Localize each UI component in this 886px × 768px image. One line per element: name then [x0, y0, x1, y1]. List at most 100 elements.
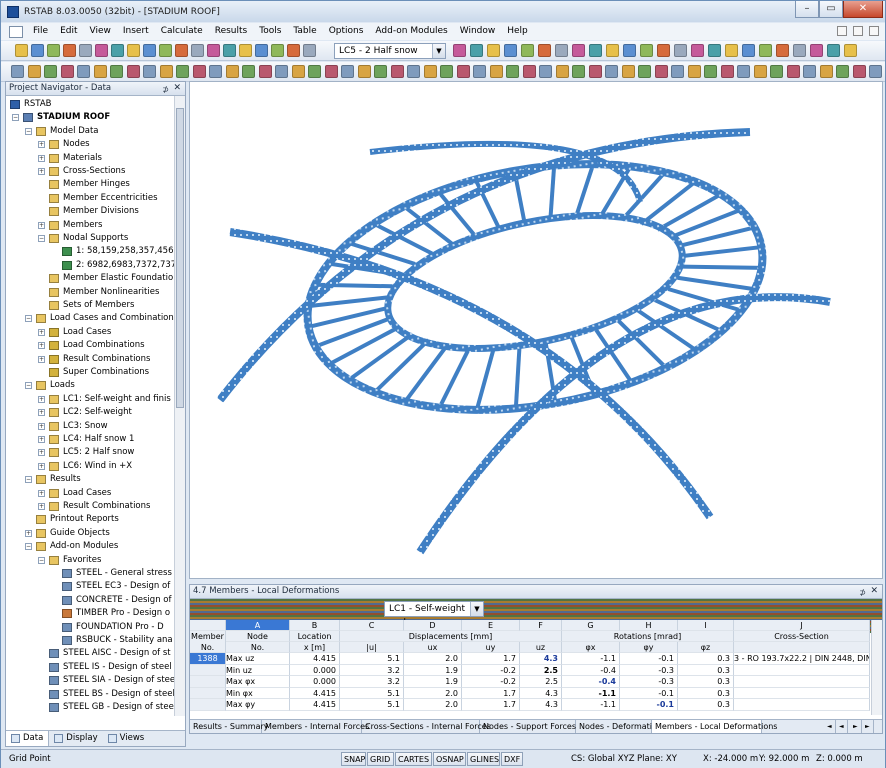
toolbar2-button-icon[interactable] [77, 65, 90, 78]
table-cell[interactable]: 2.0 [404, 699, 462, 711]
tree-item[interactable]: + LC3: Snow [6, 420, 176, 433]
expand-icon[interactable]: + [38, 409, 45, 417]
status-toggle-grid[interactable]: GRID [367, 752, 394, 766]
column-letter[interactable]: B [290, 620, 340, 631]
close-icon[interactable]: ✕ [870, 585, 878, 598]
collapse-icon[interactable]: − [25, 315, 32, 323]
toolbar2-button-icon[interactable] [341, 65, 354, 78]
toolbar2-button-icon[interactable] [110, 65, 123, 78]
table-cell[interactable]: -1.1 [562, 653, 620, 665]
status-toggle-snap[interactable]: SNAP [341, 752, 366, 766]
menu-tools[interactable]: Tools [253, 23, 287, 40]
menu-view[interactable]: View [84, 23, 117, 40]
menu-results[interactable]: Results [209, 23, 254, 40]
table-cell[interactable]: 1.7 [462, 687, 520, 699]
tab-result-5[interactable]: Members - Local Deformations [652, 720, 777, 733]
minimize-button[interactable]: – [795, 1, 819, 18]
expand-icon[interactable]: + [38, 168, 45, 175]
toolbar-button-icon[interactable] [47, 44, 60, 57]
tree-item[interactable]: Member Divisions [6, 205, 176, 218]
table-cell[interactable]: Min φx [226, 687, 290, 699]
tree-item[interactable]: STEEL BS - Design of steel [6, 688, 176, 701]
table-cell[interactable]: 2.5 [520, 676, 562, 688]
toolbar2-button-icon[interactable] [325, 65, 338, 78]
toolbar2-button-icon[interactable] [721, 65, 734, 78]
toolbar2-button-icon[interactable] [358, 65, 371, 78]
toolbar-button-icon[interactable] [470, 44, 483, 57]
toolbar2-button-icon[interactable] [193, 65, 206, 78]
toolbar2-button-icon[interactable] [259, 65, 272, 78]
tree-item[interactable]: − STADIUM ROOF [6, 111, 176, 124]
toolbar-button-icon[interactable] [623, 44, 636, 57]
tree-item[interactable]: 2: 6982,6983,7372,7373 [6, 259, 176, 272]
toolbar2-button-icon[interactable] [11, 65, 24, 78]
tree-item[interactable]: + LC1: Self-weight and finis [6, 393, 176, 406]
table-cell[interactable]: -0.1 [620, 653, 678, 665]
toolbar2-button-icon[interactable] [127, 65, 140, 78]
collapse-icon[interactable]: − [38, 556, 45, 564]
toolbar-button-icon[interactable] [572, 44, 585, 57]
toolbar2-button-icon[interactable] [523, 65, 536, 78]
tab-result-1[interactable]: Members - Internal Forces [262, 720, 369, 733]
column-letter[interactable]: J [734, 620, 870, 631]
tree-item[interactable]: + LC2: Self-weight [6, 406, 176, 419]
column-letter[interactable]: A [226, 620, 290, 631]
menu-help[interactable]: Help [501, 23, 534, 40]
menu-window[interactable]: Window [454, 23, 502, 40]
toolbar-button-icon[interactable] [15, 44, 28, 57]
tree-item[interactable]: − Nodal Supports [6, 232, 176, 245]
table-cell[interactable] [734, 687, 870, 699]
table-cell[interactable]: 3 - RO 193.7x22.2 | DIN 2448, DIN [734, 653, 870, 665]
tree-item[interactable]: Printout Reports [6, 513, 176, 526]
expand-icon[interactable]: + [38, 154, 45, 162]
table-cell[interactable]: 2.0 [404, 687, 462, 699]
toolbar2-button-icon[interactable] [374, 65, 387, 78]
toolbar-button-icon[interactable] [255, 44, 268, 57]
status-toggle-dxf[interactable]: DXF [501, 752, 523, 766]
table-cell[interactable]: 5.1 [340, 699, 404, 711]
toolbar-button-icon[interactable] [191, 44, 204, 57]
tree-item[interactable]: CONCRETE - Design of [6, 594, 176, 607]
tree-item[interactable]: STEEL IS - Design of steel [6, 661, 176, 674]
column-letter[interactable]: G [562, 620, 620, 631]
toolbar2-button-icon[interactable] [539, 65, 552, 78]
toolbar2-button-icon[interactable] [754, 65, 767, 78]
table-cell[interactable]: Max φx [226, 676, 290, 688]
toolbar2-button-icon[interactable] [638, 65, 651, 78]
table-cell[interactable]: 0.3 [678, 664, 734, 676]
tree-item[interactable]: + Cross-Sections [6, 165, 176, 178]
table-cell[interactable]: 4.3 [520, 699, 562, 711]
tree-item[interactable]: − Add-on Modules [6, 540, 176, 553]
toolbar-button-icon[interactable] [63, 44, 76, 57]
toolbar2-button-icon[interactable] [176, 65, 189, 78]
toolbar2-button-icon[interactable] [787, 65, 800, 78]
tab-data[interactable]: Data [6, 731, 50, 746]
tree-item[interactable]: − Results [6, 473, 176, 486]
doc-close-icon[interactable] [869, 26, 879, 36]
toolbar2-button-icon[interactable] [424, 65, 437, 78]
table-cell[interactable]: 0.3 [678, 676, 734, 688]
column-letter[interactable]: E [462, 620, 520, 631]
toolbar2-button-icon[interactable] [160, 65, 173, 78]
arrow-left-icon[interactable]: ◄ [824, 720, 836, 733]
close-icon[interactable]: ✕ [173, 82, 181, 95]
tree-item[interactable]: RSTAB [6, 98, 176, 111]
chevron-down-icon[interactable]: ▼ [470, 602, 483, 616]
pin-icon[interactable]: ⊅ [859, 586, 866, 599]
collapse-icon[interactable]: − [38, 235, 45, 242]
tree-item[interactable]: Member Elastic Foundatio [6, 272, 176, 285]
toolbar-button-icon[interactable] [742, 44, 755, 57]
toolbar2-button-icon[interactable] [770, 65, 783, 78]
collapse-icon[interactable]: − [25, 543, 32, 551]
tree-item[interactable]: RSBUCK - Stability ana [6, 634, 176, 647]
tab-views[interactable]: Views [103, 731, 150, 746]
expand-icon[interactable]: + [38, 503, 45, 510]
tree-item[interactable]: STEEL GB - Design of stee [6, 701, 176, 714]
tab-display[interactable]: Display [49, 731, 102, 746]
toolbar-button-icon[interactable] [810, 44, 823, 57]
expand-icon[interactable]: + [38, 489, 45, 497]
toolbar-button-icon[interactable] [521, 44, 534, 57]
toolbar-button-icon[interactable] [844, 44, 857, 57]
collapse-icon[interactable]: − [12, 114, 19, 122]
tab-result-3[interactable]: Nodes - Support Forces [480, 720, 576, 733]
